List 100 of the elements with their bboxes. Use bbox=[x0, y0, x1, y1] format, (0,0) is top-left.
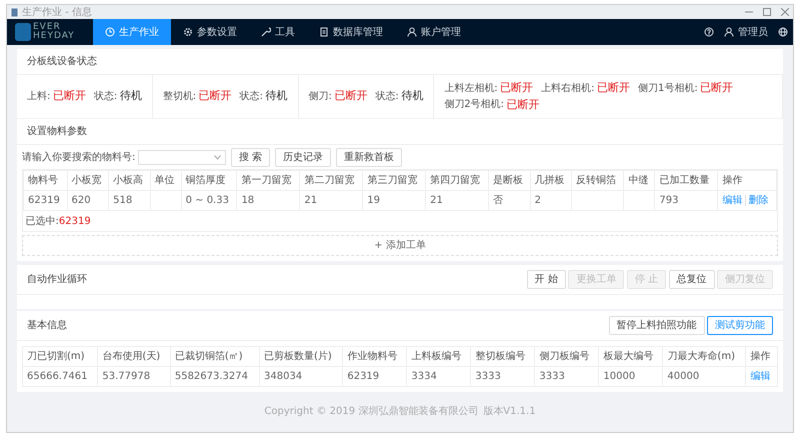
table-cell: 620 bbox=[67, 190, 109, 210]
table-cell: 40000 bbox=[662, 366, 746, 386]
settings-icon bbox=[183, 27, 193, 37]
column-header: 作业物料号 bbox=[342, 346, 407, 366]
copyright-text: Copyright © 2019 深圳弘鼎智能装备有限公司 bbox=[264, 404, 478, 418]
status-value: 待机 bbox=[266, 88, 288, 104]
status-label: 状态: bbox=[375, 90, 399, 104]
search-label: 请输入你要搜索的物料号: bbox=[22, 150, 136, 164]
table-cell: 否 bbox=[488, 190, 530, 210]
column-header: 小板高 bbox=[108, 170, 150, 190]
table-cell: 3334 bbox=[406, 366, 471, 386]
selected-value: 62319 bbox=[58, 216, 91, 226]
column-header: 侧刀板编号 bbox=[534, 346, 599, 366]
table-cell: 10000 bbox=[598, 366, 663, 386]
column-header: 是断板 bbox=[488, 170, 530, 190]
toolbar-button[interactable]: 搜 索 bbox=[230, 148, 270, 166]
document-icon bbox=[11, 8, 18, 16]
user-icon bbox=[724, 27, 734, 37]
table-cell: 65666.7461 bbox=[22, 366, 98, 386]
column-header: 小板宽 bbox=[67, 170, 109, 190]
table-cell: 0 ~ 0.33 bbox=[181, 190, 237, 210]
status-label: 上料右相机: bbox=[541, 82, 594, 96]
table-cell: 53.77978 bbox=[98, 366, 170, 386]
table-cell: 518 bbox=[108, 190, 150, 210]
caret-icon bbox=[214, 154, 221, 160]
column-header: 已裁切铜箔(㎡) bbox=[170, 346, 260, 366]
column-header: 刀最大寿命(m) bbox=[662, 346, 746, 366]
column-header: 整切板编号 bbox=[470, 346, 535, 366]
nav-tab[interactable]: 数据库管理 bbox=[307, 19, 395, 45]
status-value: 已断开 bbox=[500, 80, 534, 96]
add-order-button[interactable]: + 添加工单 bbox=[22, 234, 778, 256]
table-cell: 3333 bbox=[534, 366, 599, 386]
column-header: 物料号 bbox=[24, 170, 68, 190]
wrench-icon bbox=[261, 27, 271, 37]
table-cell: 793 bbox=[654, 190, 718, 210]
column-header: 已剪板数量(片) bbox=[260, 346, 343, 366]
table-cell: 348034 bbox=[260, 366, 343, 386]
status-label: 整切机: bbox=[162, 90, 196, 104]
table-cell: 2 bbox=[530, 190, 572, 210]
nav-tab[interactable]: 工具 bbox=[249, 19, 307, 45]
status-label: 侧刀2号相机: bbox=[444, 98, 504, 112]
column-header: 上料板编号 bbox=[406, 346, 471, 366]
status-value: 待机 bbox=[120, 88, 142, 104]
globe-icon[interactable] bbox=[778, 27, 788, 37]
clock-icon bbox=[105, 27, 115, 37]
logo-text: EVER HEYDAY bbox=[33, 23, 75, 41]
column-header: 第三刀留宽 bbox=[362, 170, 426, 190]
status-value: 待机 bbox=[401, 88, 424, 104]
section-title: 自动作业循环 bbox=[27, 272, 87, 286]
user-icon bbox=[407, 27, 417, 37]
section-title: 设置物料参数 bbox=[27, 124, 87, 139]
column-header: 第二刀留宽 bbox=[300, 170, 363, 190]
column-header: 第四刀留宽 bbox=[426, 170, 489, 190]
column-header: 已加工数量 bbox=[654, 170, 718, 190]
logo-mark bbox=[15, 23, 31, 41]
status-value: 已断开 bbox=[52, 88, 86, 104]
status-label: 侧刀1号相机: bbox=[638, 82, 698, 96]
section-title: 分板线设备状态 bbox=[27, 54, 97, 69]
nav-tab[interactable]: 账户管理 bbox=[395, 19, 473, 45]
column-header: 操作 bbox=[718, 170, 776, 190]
status-label: 侧刀: bbox=[308, 90, 332, 104]
control-button[interactable]: 开 始 bbox=[526, 270, 566, 288]
table-cell: 21 bbox=[300, 190, 363, 210]
status-label: 上料左相机: bbox=[444, 82, 498, 96]
table-cell: 62319 bbox=[24, 190, 68, 210]
status-value: 已断开 bbox=[700, 80, 734, 96]
nav-tab[interactable]: 参数设置 bbox=[171, 19, 249, 45]
column-header: 操作 bbox=[746, 346, 778, 366]
window-title: 生产作业 - 信息 bbox=[22, 6, 92, 20]
close-icon[interactable] bbox=[781, 8, 789, 16]
table-cell: 3333 bbox=[470, 366, 535, 386]
toolbar-button[interactable]: 历史记录 bbox=[275, 148, 332, 166]
section-title: 基本信息 bbox=[27, 318, 67, 332]
control-button[interactable]: 总复位 bbox=[668, 270, 714, 288]
status-label: 状态: bbox=[94, 90, 118, 104]
document-icon bbox=[319, 27, 329, 37]
table-cell: 18 bbox=[236, 190, 300, 210]
column-header: 板最大编号 bbox=[598, 346, 663, 366]
status-value: 已断开 bbox=[334, 88, 368, 104]
help-icon[interactable] bbox=[704, 27, 714, 37]
table-cell: 19 bbox=[362, 190, 426, 210]
status-value: 已断开 bbox=[198, 88, 232, 104]
column-header: 第一刀留宽 bbox=[236, 170, 300, 190]
function-button[interactable]: 暂停上料拍照功能 bbox=[608, 316, 704, 334]
status-value: 已断开 bbox=[506, 96, 540, 112]
selected-label: 已选中: bbox=[26, 216, 59, 226]
toolbar-button[interactable]: 重新救首板 bbox=[336, 148, 402, 166]
column-header: 单位 bbox=[150, 170, 182, 190]
status-label: 状态: bbox=[240, 90, 263, 104]
column-header: 铜箔厚度 bbox=[181, 170, 237, 190]
version-text: 版本V1.1.1 bbox=[483, 404, 536, 418]
table-cell: 21 bbox=[426, 190, 489, 210]
column-header: 刀已切割(m) bbox=[22, 346, 98, 366]
status-label: 上料: bbox=[27, 90, 50, 104]
maximize-icon[interactable] bbox=[763, 8, 771, 16]
user-menu[interactable]: 管理员 bbox=[724, 24, 768, 40]
column-header: 几拼板 bbox=[530, 170, 572, 190]
status-value: 已断开 bbox=[597, 80, 630, 96]
column-header: 反转铜箔 bbox=[572, 170, 624, 190]
column-header: 台布使用(天) bbox=[98, 346, 170, 366]
